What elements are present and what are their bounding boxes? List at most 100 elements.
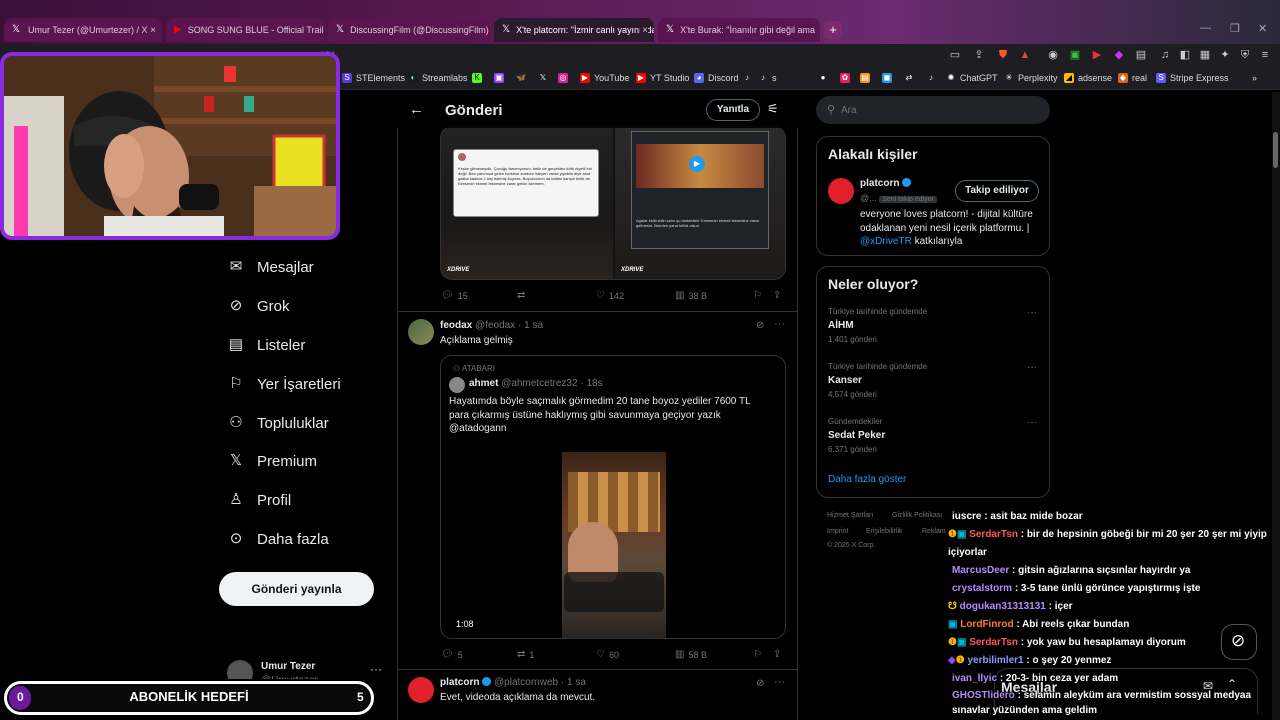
bookmark-discord[interactable]: ◕ Discord xyxy=(694,73,739,83)
reply-action[interactable]: 💬︎ 5 xyxy=(441,649,463,660)
play-icon[interactable]: ▶ xyxy=(689,156,705,172)
trend-item[interactable]: Türkiye tarihinde gündemde Kanser 4.574 … xyxy=(828,362,1038,399)
more-bookmarks-icon[interactable]: » xyxy=(1252,73,1257,83)
close-icon[interactable]: × xyxy=(640,24,648,36)
settings-sliders-icon[interactable]: ⚟ xyxy=(767,101,779,117)
avatar[interactable] xyxy=(408,677,434,703)
brave-shield-icon[interactable]: ⛊ xyxy=(996,48,1010,62)
close-icon[interactable]: × xyxy=(150,25,156,36)
sidebar-item-bookmarks[interactable]: ⚐ Yer İşaretleri xyxy=(227,375,340,393)
retweet-action[interactable]: ⇄ 1 xyxy=(517,649,534,660)
reply-action[interactable]: 💬︎ 15 xyxy=(441,290,468,301)
bookmark-streamlabs[interactable]: ◐ Streamlabs xyxy=(408,73,468,83)
tweet-author[interactable]: platcorn @platcornweb · 1 sa xyxy=(440,677,586,688)
footer-link[interactable]: Imprint xyxy=(827,528,848,535)
bookmark-yt-studio[interactable]: ▶ YT Studio xyxy=(636,73,689,83)
wallet-icon[interactable]: ▦ xyxy=(1198,48,1212,62)
bookmark-real[interactable]: ◆ real xyxy=(1118,73,1147,83)
bookmark-twitch[interactable]: ▣ xyxy=(494,73,508,83)
bookmark-icon-4[interactable]: ◼ xyxy=(882,73,896,83)
footer-link[interactable]: Hizmet Şartları xyxy=(827,512,873,519)
new-tab-button[interactable]: + xyxy=(824,21,842,39)
views-action[interactable]: ▥ 58 B xyxy=(675,649,707,660)
following-button[interactable]: Takip ediliyor xyxy=(955,180,1039,202)
bookmark-stripe[interactable]: S Stripe Express xyxy=(1156,73,1229,83)
tweet-media-grid[interactable]: Keşke gitmeseydik. Çocuğu tanımıyorum, b… xyxy=(440,126,786,280)
bio-link[interactable]: @xDriveTR xyxy=(860,236,912,247)
footer-link[interactable]: Gizlilik Politikası xyxy=(892,512,942,519)
media-image[interactable]: ▶ Agalar ekliir edin salın şu mutabbeli.… xyxy=(615,127,785,279)
extension-icon[interactable]: ▣ xyxy=(1068,48,1082,62)
trend-item[interactable]: Gündemdekiler Sedat Peker 6.371 gönderi xyxy=(828,417,1038,454)
leo-ai-icon[interactable]: ✦ xyxy=(1218,48,1232,62)
like-action[interactable]: ♡ 60 xyxy=(596,649,619,660)
retweet-action[interactable]: ⇄ xyxy=(517,290,529,301)
reply-button[interactable]: Yanıtla xyxy=(706,99,760,121)
back-arrow-icon[interactable]: ← xyxy=(409,101,424,118)
show-more-link[interactable]: Daha fazla göster xyxy=(828,474,906,485)
sidebar-item-grok[interactable]: ⊘ Grok xyxy=(227,297,290,315)
browser-tab-active[interactable]: 𝕏 X'te platcorn: "İzmir canlı yayınında × xyxy=(494,18,654,42)
views-action[interactable]: ▥ 38 B xyxy=(675,290,707,301)
sidebar-toggle-icon[interactable]: ◧ xyxy=(1178,48,1192,62)
media-icon[interactable]: ♫ xyxy=(1158,48,1172,62)
extension-icon[interactable]: ◉ xyxy=(1046,48,1060,62)
share-icon[interactable]: ⇪ xyxy=(972,48,986,62)
extension-icon[interactable]: ◆ xyxy=(1112,48,1126,62)
media-image[interactable]: Keşke gitmeseydik. Çocuğu tanımıyorum, b… xyxy=(441,127,613,279)
minimize-icon[interactable]: — xyxy=(1200,22,1211,34)
bookmark-instagram[interactable]: ◎ xyxy=(558,73,572,83)
sidebar-item-communities[interactable]: ⚇ Topluluklar xyxy=(227,414,328,432)
avatar[interactable] xyxy=(408,319,434,345)
scrollbar-thumb[interactable] xyxy=(1273,132,1278,168)
footer-link[interactable]: Reklam xyxy=(922,528,946,535)
search-box[interactable]: ⚲ Ara xyxy=(816,96,1050,124)
tweet-author[interactable]: feodax @feodax · 1 sa xyxy=(440,320,543,331)
vpn-icon[interactable]: ⛨ xyxy=(1238,48,1252,62)
sidebar-item-messages[interactable]: ✉ Mesajlar xyxy=(227,258,314,276)
sidebar-item-more[interactable]: ⊙ Daha fazla xyxy=(227,530,329,548)
restore-icon[interactable]: ❐ xyxy=(1230,22,1240,35)
browser-tab[interactable]: 𝕏 X'te Burak: "İnanılır gibi değil ama xyxy=(658,18,820,42)
more-options-icon[interactable]: ··· xyxy=(774,318,785,330)
bookmark-tiktok-2[interactable]: ♪ xyxy=(926,73,940,83)
more-options-icon[interactable]: ··· xyxy=(1027,362,1037,373)
bookmark-youtube[interactable]: ▶ YouTube xyxy=(580,73,629,83)
like-action[interactable]: ♡ 142 xyxy=(596,290,624,301)
sidebar-item-lists[interactable]: ▤ Listeler xyxy=(227,336,305,354)
bookmark-action[interactable]: ⚐ xyxy=(753,290,766,301)
close-window-icon[interactable]: ✕ xyxy=(1258,22,1267,35)
scrollbar[interactable] xyxy=(1272,92,1280,720)
bookmark-x[interactable]: 𝕏 xyxy=(538,73,552,83)
menu-icon[interactable]: ≡ xyxy=(1258,48,1272,62)
bookmark-perplexity[interactable]: ✳ Perplexity xyxy=(1004,73,1058,83)
more-options-icon[interactable]: ··· xyxy=(774,676,785,688)
more-options-icon[interactable]: ··· xyxy=(1027,417,1037,428)
more-options-icon[interactable]: ··· xyxy=(370,662,382,676)
bookmark-kick[interactable]: K xyxy=(472,73,486,83)
avatar[interactable] xyxy=(828,178,854,204)
browser-tab[interactable]: ▶ SONG SUNG BLUE - Official Trailer 2 xyxy=(166,18,324,42)
bookmark-bluesky[interactable]: 🦋 xyxy=(516,73,530,83)
share-action[interactable]: ⇪ xyxy=(773,649,785,660)
quote-video[interactable] xyxy=(562,452,666,638)
search-placeholder[interactable]: Ara xyxy=(841,105,857,116)
screenshot-icon[interactable]: ▭ xyxy=(948,48,962,62)
bookmark-adsense[interactable]: ◢ adsense xyxy=(1064,73,1112,83)
related-name[interactable]: platcorn xyxy=(860,178,912,189)
bookmark-chatgpt[interactable]: ✺ ChatGPT xyxy=(946,73,998,83)
bookmark-stelements[interactable]: S STElements xyxy=(342,73,405,83)
bookmark-icon-2[interactable]: ✿ xyxy=(840,73,854,83)
grok-icon[interactable]: ⊘ xyxy=(756,678,764,689)
extension-icon[interactable]: ▤ xyxy=(1134,48,1148,62)
footer-link[interactable]: Erişilebilirlik xyxy=(866,528,903,535)
grok-icon[interactable]: ⊘ xyxy=(756,320,764,331)
sidebar-item-profile[interactable]: ♙ Profil xyxy=(227,491,291,509)
browser-tab[interactable]: 𝕏 DiscussingFilm (@DiscussingFilm) / X xyxy=(328,18,490,42)
quote-tweet[interactable]: ⚇ ATABARI ahmet @ahmetcetrez32 · 18s Hay… xyxy=(440,355,786,639)
share-action[interactable]: ⇪ xyxy=(773,290,785,301)
brave-rewards-icon[interactable]: ▲ xyxy=(1018,48,1032,62)
more-options-icon[interactable]: ··· xyxy=(1027,307,1037,318)
bookmark-icon-5[interactable]: ⇄ xyxy=(904,73,918,83)
browser-tab[interactable]: 𝕏 Umur Tezer (@Umurtezer) / X × xyxy=(4,18,162,42)
